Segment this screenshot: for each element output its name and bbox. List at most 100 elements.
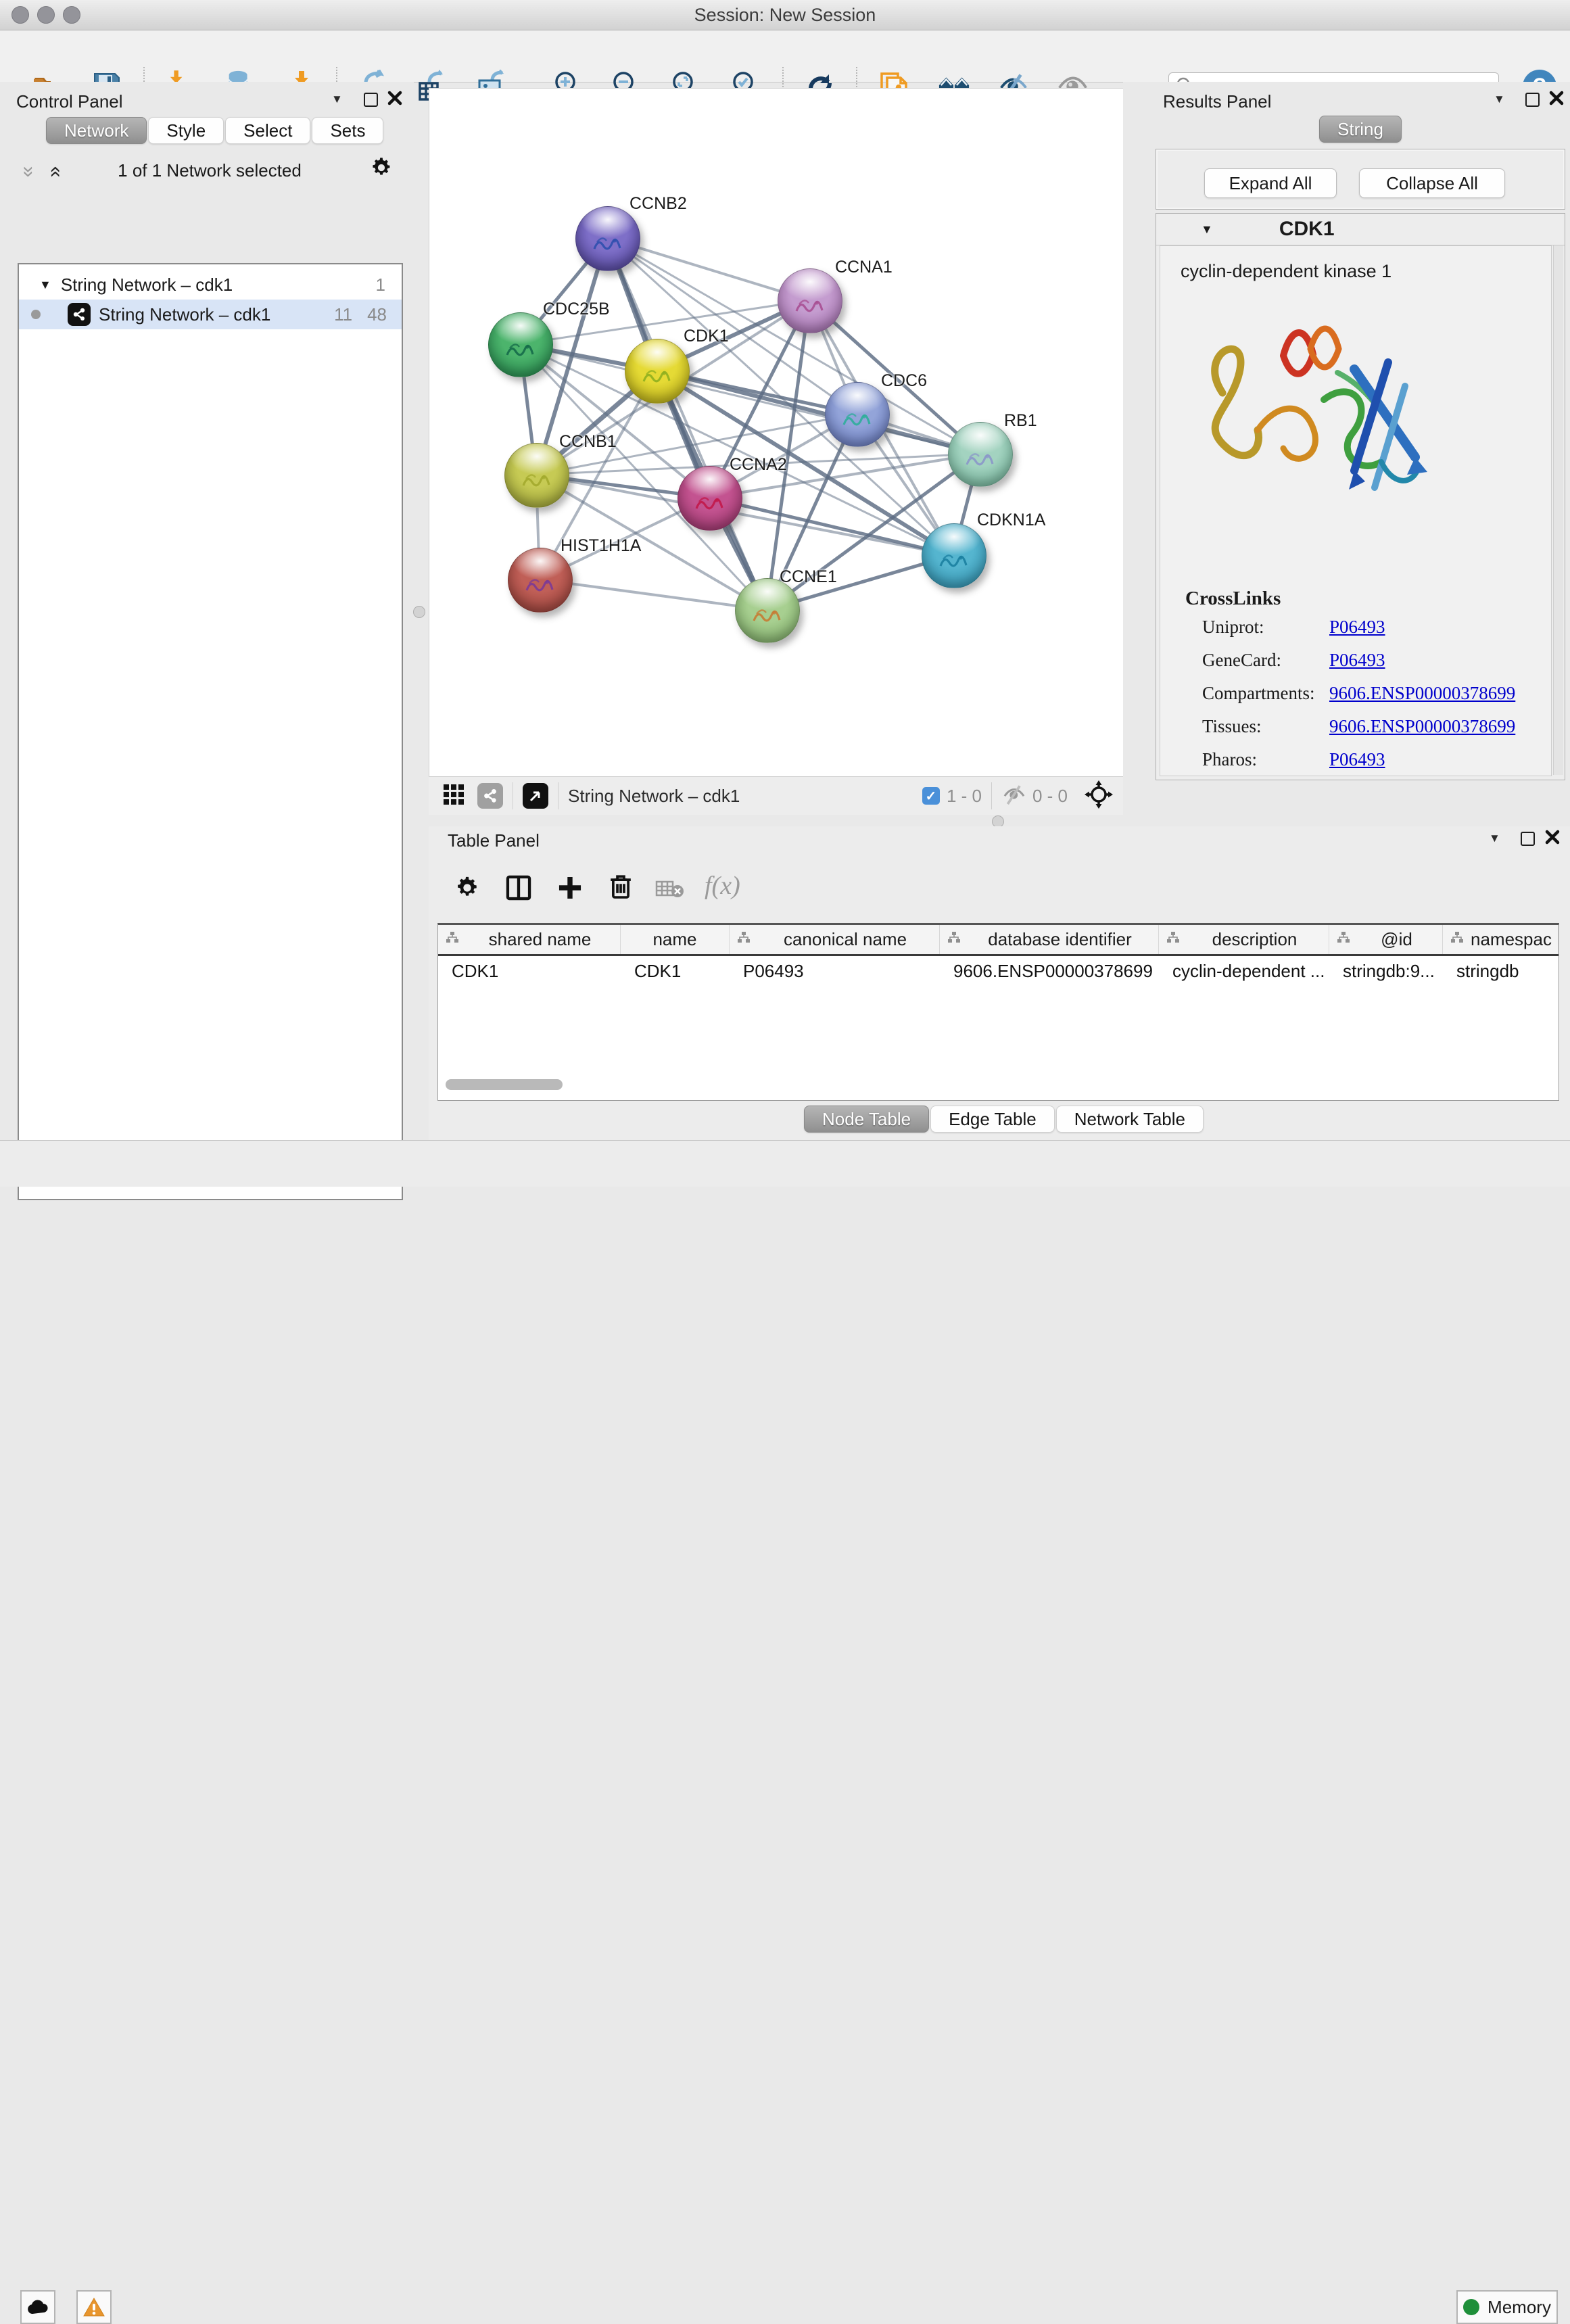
column-header-shared-name[interactable]: shared name: [438, 925, 621, 954]
crosslink-value-link[interactable]: P06493: [1329, 749, 1385, 770]
control-panel-title: Control Panel: [16, 91, 123, 112]
node-label-CCNB2: CCNB2: [629, 194, 687, 214]
control-panel: Control Panel ▼ NetworkStyleSelectSets »…: [0, 82, 414, 1140]
tab-string[interactable]: String: [1319, 116, 1402, 143]
network-node-CDC6[interactable]: [825, 382, 890, 447]
expand-all-icon[interactable]: »: [43, 166, 66, 178]
column-header-database-identifier[interactable]: database identifier: [940, 925, 1159, 954]
current-network-dot-icon: [31, 310, 41, 319]
control-panel-float-icon[interactable]: [364, 93, 378, 107]
main-toolbar: ?: [0, 30, 1570, 82]
network-edge[interactable]: [709, 498, 953, 555]
network-node-CCNA1[interactable]: [778, 268, 842, 333]
protein-thumbnail: [640, 362, 675, 392]
title-bar: Session: New Session: [0, 0, 1570, 30]
crosslink-value-link[interactable]: P06493: [1329, 617, 1385, 638]
network-node-CCNE1[interactable]: [735, 578, 800, 643]
network-edge[interactable]: [540, 579, 767, 610]
column-header-name[interactable]: name: [621, 925, 730, 954]
column-attribute-icon: [1450, 930, 1465, 945]
network-node-CCNB1[interactable]: [504, 443, 569, 508]
crosslink-row: GeneCard:P06493: [1202, 650, 1540, 671]
crosslink-value-link[interactable]: P06493: [1329, 650, 1385, 671]
crosshair-icon[interactable]: [1084, 780, 1114, 813]
network-canvas[interactable]: CCNB2CCNA1CDC25BCDK1CDC6RB1CCNB1CCNA2CDK…: [429, 88, 1124, 778]
expand-all-button[interactable]: Expand All: [1204, 168, 1337, 198]
protein-thumbnail: [519, 467, 554, 496]
network-row[interactable]: String Network – cdk1 11 48: [19, 300, 402, 329]
gear-icon[interactable]: [368, 155, 394, 184]
add-column-icon[interactable]: [556, 874, 584, 905]
table-panel-close-icon[interactable]: [1544, 829, 1561, 849]
left-splitter-handle[interactable]: [413, 606, 425, 618]
memory-button[interactable]: Memory: [1456, 2290, 1558, 2324]
network-node-CCNB2[interactable]: [575, 206, 640, 271]
table-cell[interactable]: CDK1: [438, 956, 621, 986]
selected-checkbox-icon[interactable]: ✓: [922, 787, 940, 805]
results-panel-close-icon[interactable]: [1548, 90, 1565, 110]
node-label-CCNA2: CCNA2: [730, 455, 787, 475]
show-columns-icon[interactable]: [504, 874, 533, 905]
results-panel-float-icon[interactable]: [1525, 93, 1540, 107]
control-panel-close-icon[interactable]: [387, 90, 403, 110]
network-node-CCNA2[interactable]: [677, 466, 742, 531]
network-node-CDC25B[interactable]: [488, 312, 553, 377]
table-cell[interactable]: 9606.ENSP00000378699: [940, 956, 1159, 986]
results-entry-section: ▼ CDK1 cyclin-dependent kinase 1 CrossLi…: [1156, 213, 1565, 780]
table-cell[interactable]: stringdb:9...: [1329, 956, 1443, 986]
table-cell[interactable]: CDK1: [621, 956, 730, 986]
grid-view-icon[interactable]: [442, 783, 465, 809]
delete-column-trash-icon[interactable]: [606, 872, 635, 904]
results-panel-collapse-icon[interactable]: ▼: [1494, 93, 1505, 106]
gene-entry-header[interactable]: ▼ CDK1: [1156, 214, 1565, 245]
table-row[interactable]: CDK1CDK1P064939606.ENSP00000378699cyclin…: [438, 956, 1559, 986]
column-header-description[interactable]: description: [1159, 925, 1329, 954]
warning-status-button[interactable]: [76, 2290, 112, 2324]
results-panel-title: Results Panel: [1163, 91, 1271, 112]
network-share-icon[interactable]: [477, 783, 503, 809]
tab-network-table[interactable]: Network Table: [1056, 1106, 1204, 1133]
node-label-CCNB1: CCNB1: [559, 432, 617, 452]
network-node-RB1[interactable]: [948, 422, 1013, 487]
node-label-CCNA1: CCNA1: [835, 258, 893, 277]
network-type-icon: [68, 303, 91, 326]
table-panel-float-icon[interactable]: [1521, 832, 1535, 846]
entry-collapse-icon[interactable]: ▼: [1201, 222, 1213, 237]
tab-node-table[interactable]: Node Table: [804, 1106, 929, 1133]
birds-eye-view-icon[interactable]: [523, 783, 548, 809]
tab-edge-table[interactable]: Edge Table: [930, 1106, 1055, 1133]
table-cell[interactable]: stringdb: [1443, 956, 1559, 986]
tab-network[interactable]: Network: [46, 117, 147, 144]
control-panel-collapse-icon[interactable]: ▼: [331, 93, 343, 106]
gene-entry-body: cyclin-dependent kinase 1 CrossLinks Uni…: [1160, 245, 1552, 776]
column-header-namespac[interactable]: namespac: [1443, 925, 1559, 954]
results-actions-box: Expand All Collapse All: [1156, 149, 1565, 210]
tab-style[interactable]: Style: [148, 117, 224, 144]
table-horizontal-scrollbar[interactable]: [446, 1079, 563, 1090]
crosslink-value-link[interactable]: 9606.ENSP00000378699: [1329, 683, 1515, 704]
table-settings-gear-icon[interactable]: [453, 874, 481, 905]
collapse-all-icon[interactable]: »: [17, 166, 40, 178]
crosslinks-list: Uniprot:P06493GeneCard:P06493Compartment…: [1202, 617, 1540, 782]
network-node-CDKN1A[interactable]: [922, 523, 986, 588]
table-cell[interactable]: cyclin-dependent ...: [1159, 956, 1329, 986]
divider: [991, 782, 992, 809]
collapse-all-button[interactable]: Collapse All: [1359, 168, 1505, 198]
column-header-@id[interactable]: @id: [1329, 925, 1443, 954]
network-node-CDK1[interactable]: [625, 339, 690, 404]
network-node-HIST1H1A[interactable]: [508, 548, 573, 613]
column-header-canonical-name[interactable]: canonical name: [730, 925, 940, 954]
crosslink-label: GeneCard:: [1202, 650, 1329, 671]
table-panel-collapse-icon[interactable]: ▼: [1489, 832, 1500, 845]
network-collection-row[interactable]: ▼ String Network – cdk1 1: [19, 270, 402, 300]
results-scrollbar[interactable]: [1553, 245, 1563, 775]
tab-sets[interactable]: Sets: [312, 117, 383, 144]
table-cell[interactable]: P06493: [730, 956, 940, 986]
crosslink-value-link[interactable]: 9606.ENSP00000378699: [1329, 716, 1515, 737]
hidden-count: 0 - 0: [1032, 786, 1068, 807]
node-label-CCNE1: CCNE1: [780, 567, 837, 587]
cloud-status-button[interactable]: [20, 2290, 55, 2324]
tab-select[interactable]: Select: [225, 117, 310, 144]
tree-expand-icon[interactable]: ▼: [39, 278, 51, 292]
function-builder-icon: f(x): [705, 871, 740, 901]
